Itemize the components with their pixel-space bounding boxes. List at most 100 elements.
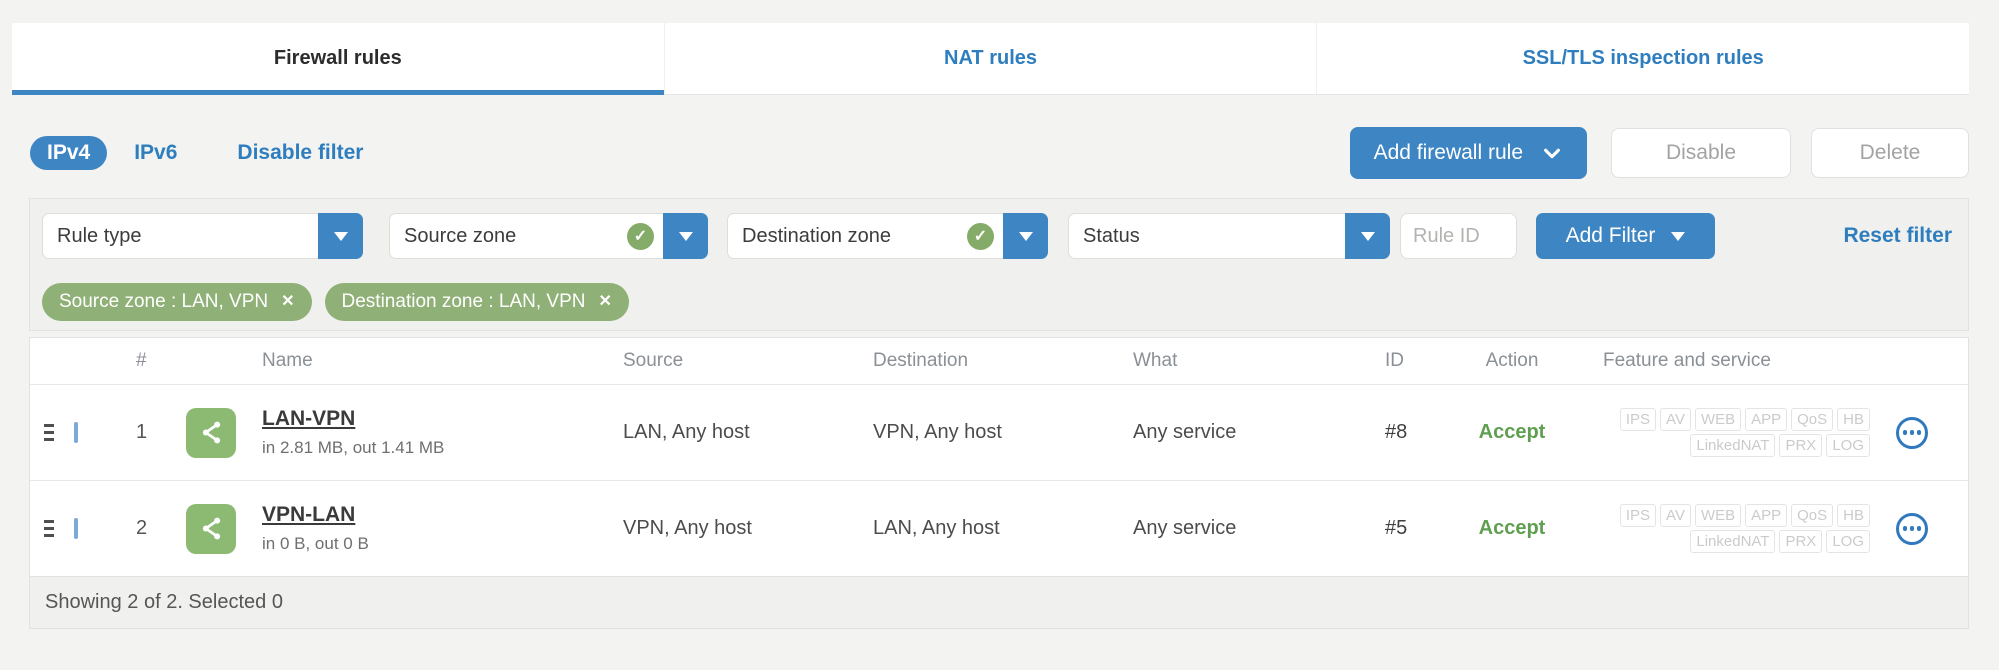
ipv6-toggle[interactable]: IPv6 (134, 141, 177, 165)
source-zone-dropdown-arrow[interactable] (663, 213, 708, 259)
tab-firewall-rules[interactable]: Firewall rules (12, 23, 664, 95)
rule-source: LAN, Any host (623, 421, 750, 443)
feature-badge: AV (1660, 407, 1691, 431)
table-row: 1 LAN-VPN in 2.81 MB, out 1.41 MB LAN, A… (30, 384, 1968, 480)
header-number: # (136, 350, 147, 371)
close-icon[interactable]: ✕ (598, 294, 611, 310)
status-dropdown-label: Status (1083, 224, 1140, 247)
active-filter-chips: Source zone : LAN, VPN ✕ Destination zon… (42, 283, 1956, 321)
add-firewall-rule-button[interactable]: Add firewall rule (1349, 127, 1587, 179)
rule-type-dropdown-arrow[interactable] (318, 213, 363, 259)
feature-badge: HB (1837, 503, 1870, 527)
source-zone-dropdown-label: Source zone (404, 224, 517, 247)
rule-id-input[interactable] (1400, 213, 1517, 259)
header-name: Name (262, 350, 313, 371)
source-zone-dropdown[interactable]: Source zone ✓ (389, 213, 708, 259)
feature-badge: QoS (1791, 503, 1834, 527)
filter-panel: Rule type Source zone ✓ Destination zone… (29, 198, 1969, 331)
more-actions-button[interactable] (1896, 512, 1928, 545)
filter-applied-check-icon: ✓ (967, 222, 994, 250)
destination-zone-dropdown[interactable]: Destination zone ✓ (727, 213, 1048, 259)
rule-traffic-stats: in 0 B, out 0 B (262, 534, 369, 553)
delete-button[interactable]: Delete (1811, 128, 1969, 178)
network-share-icon (186, 503, 236, 554)
rule-id: #5 (1385, 517, 1408, 539)
status-dropdown-arrow[interactable] (1345, 213, 1390, 259)
feature-badge: LinkedNAT (1690, 433, 1776, 457)
chevron-down-icon (1671, 231, 1686, 241)
feature-badge: PRX (1779, 529, 1823, 553)
rule-name-link[interactable]: VPN-LAN (262, 503, 355, 527)
row-checkbox[interactable] (74, 517, 78, 539)
drag-handle-icon[interactable] (44, 424, 54, 441)
chevron-down-icon (678, 231, 693, 241)
ipv4-toggle[interactable]: IPv4 (30, 136, 108, 170)
destination-zone-dropdown-arrow[interactable] (1003, 213, 1048, 259)
rule-action: Accept (1478, 517, 1546, 539)
rule-destination: LAN, Any host (873, 517, 1000, 539)
rule-service: Any service (1133, 421, 1237, 443)
destination-zone-dropdown-label: Destination zone (742, 224, 891, 247)
header-what: What (1133, 350, 1178, 371)
add-firewall-rule-label: Add firewall rule (1373, 141, 1523, 164)
filter-row: Rule type Source zone ✓ Destination zone… (42, 213, 1956, 259)
disable-filter-link[interactable]: Disable filter (237, 141, 363, 165)
rule-type-dropdown[interactable]: Rule type (42, 213, 363, 259)
chevron-down-icon (333, 231, 348, 241)
chevron-down-icon (1544, 148, 1560, 159)
table-row: 2 VPN-LAN in 0 B, out 0 B VPN, Any host … (30, 480, 1968, 576)
rule-name-link[interactable]: LAN-VPN (262, 407, 355, 431)
header-source: Source (623, 350, 684, 371)
status-dropdown[interactable]: Status (1068, 213, 1390, 259)
feature-badge: WEB (1694, 503, 1742, 527)
drag-handle-icon[interactable] (44, 520, 54, 537)
filter-chip-label: Source zone : LAN, VPN (59, 291, 269, 312)
rule-action: Accept (1478, 421, 1546, 443)
row-checkbox[interactable] (74, 421, 78, 443)
rule-destination: VPN, Any host (873, 421, 1002, 443)
rule-service: Any service (1133, 517, 1237, 539)
feature-badge: WEB (1694, 407, 1742, 431)
chevron-down-icon (1018, 231, 1033, 241)
filter-applied-check-icon: ✓ (627, 222, 654, 250)
feature-badge: IPS (1619, 503, 1657, 527)
feature-badge: AV (1660, 503, 1691, 527)
chevron-down-icon (1360, 231, 1375, 241)
rule-traffic-stats: in 2.81 MB, out 1.41 MB (262, 438, 445, 457)
rule-id: #8 (1385, 421, 1408, 443)
add-filter-label: Add Filter (1565, 224, 1656, 247)
reset-filter-link[interactable]: Reset filter (1843, 224, 1952, 248)
header-destination: Destination (873, 350, 969, 371)
header-action: Action (1485, 350, 1539, 371)
feature-badge: PRX (1779, 433, 1823, 457)
feature-badges: IPS AV WEB APP QoS HB LinkedNAT PRX LOG (1571, 407, 1870, 459)
filter-chip-label: Destination zone : LAN, VPN (341, 291, 586, 312)
row-number: 1 (136, 421, 148, 443)
feature-badge: IPS (1619, 407, 1657, 431)
feature-badge: APP (1745, 503, 1788, 527)
feature-badge: APP (1745, 407, 1788, 431)
feature-badges: IPS AV WEB APP QoS HB LinkedNAT PRX LOG (1571, 503, 1870, 555)
tab-nat-rules[interactable]: NAT rules (663, 23, 1317, 94)
tab-ssl-tls-inspection-rules[interactable]: SSL/TLS inspection rules (1316, 23, 1969, 94)
rule-source: VPN, Any host (623, 517, 752, 539)
table-footer-status: Showing 2 of 2. Selected 0 (30, 576, 1968, 628)
rules-tab-bar: Firewall rules NAT rules SSL/TLS inspect… (12, 23, 1969, 95)
filter-chip-source-zone: Source zone : LAN, VPN ✕ (42, 283, 312, 321)
table-header-row: # Name Source Destination What ID Action… (30, 338, 1968, 384)
header-id: ID (1385, 350, 1404, 371)
toolbar: IPv4 IPv6 Disable filter Add firewall ru… (30, 127, 1969, 179)
feature-badge: LOG (1826, 433, 1870, 457)
add-filter-button[interactable]: Add Filter (1536, 213, 1715, 259)
network-share-icon (186, 407, 236, 458)
close-icon[interactable]: ✕ (281, 294, 294, 310)
disable-button[interactable]: Disable (1611, 128, 1791, 178)
header-feature-and-service: Feature and service (1603, 350, 1771, 371)
feature-badge: LOG (1826, 529, 1870, 553)
feature-badge: LinkedNAT (1690, 529, 1776, 553)
feature-badge: HB (1837, 407, 1870, 431)
rule-type-dropdown-label: Rule type (57, 224, 142, 247)
row-number: 2 (136, 517, 148, 539)
firewall-rules-table: # Name Source Destination What ID Action… (29, 337, 1969, 629)
more-actions-button[interactable] (1896, 416, 1928, 449)
